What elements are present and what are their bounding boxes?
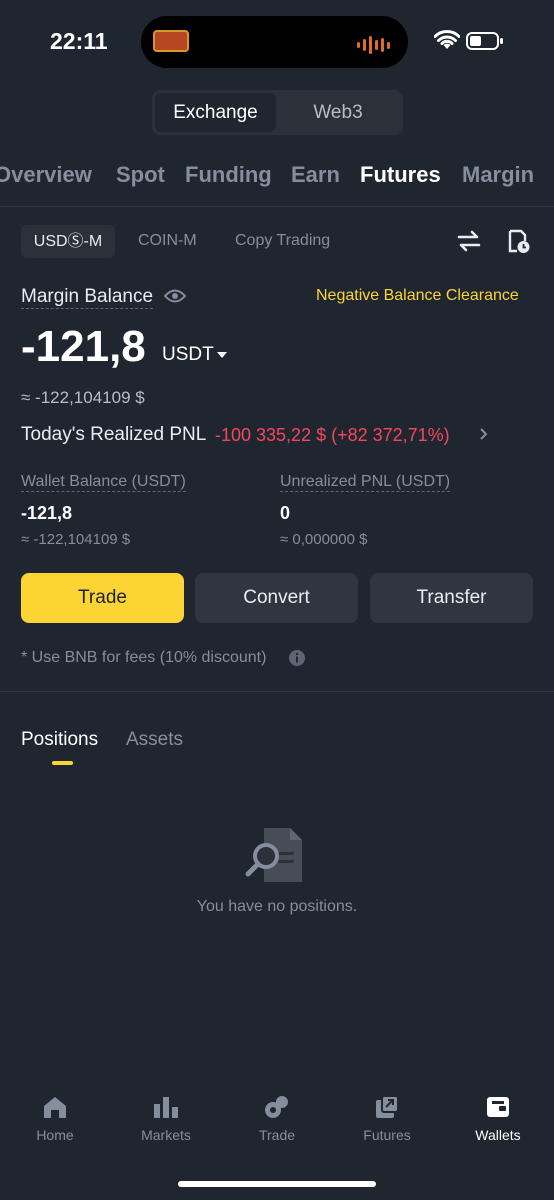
transfer-swap-icon[interactable] [456,228,482,254]
wallet-balance-value: -121,8 [21,503,73,523]
nav-markets-label: Markets [141,1127,191,1143]
info-icon[interactable] [288,649,306,667]
no-positions-document-search-icon [245,828,302,882]
home-icon [44,1097,66,1118]
margin-balance-label: Margin Balance [21,286,154,309]
nav-futures-label: Futures [363,1127,411,1143]
subtab-coin-m[interactable]: COIN-M [138,232,197,250]
tab-assets[interactable]: Assets [126,729,183,751]
segment-web3[interactable]: Web3 [276,93,400,132]
bnb-fee-note: * Use BNB for fees (10% discount) [21,649,267,666]
tab-positions[interactable]: Positions [21,729,98,751]
nav-wallets[interactable]: Wallets [458,1094,538,1143]
audio-wave-icon [357,36,390,54]
tab-margin[interactable]: Margin [462,162,534,188]
segment-exchange[interactable]: Exchange [155,93,276,132]
home-indicator [178,1181,376,1187]
active-tab-indicator [52,761,73,765]
nav-home[interactable]: Home [15,1094,95,1143]
now-playing-thumbnail [153,30,189,52]
tab-earn[interactable]: Earn [291,162,340,188]
subtab-usds-m[interactable]: USDⓈ-M [21,225,115,258]
negative-balance-clearance-link[interactable]: Negative Balance Clearance [316,287,519,305]
unrealized-pnl-value: 0 [280,503,291,523]
realized-pnl-value[interactable]: -100 335,22 $ (+82 372,71%) [215,425,450,446]
eye-icon[interactable] [164,288,186,304]
margin-balance-value: -121,8 [21,322,146,371]
nav-trade[interactable]: Trade [237,1094,317,1143]
trade-button[interactable]: Trade [21,573,184,623]
dynamic-island [141,16,408,68]
nav-futures[interactable]: Futures [347,1094,427,1143]
tab-overview[interactable]: Overview [0,162,92,188]
nav-markets[interactable]: Markets [126,1094,206,1143]
status-time: 22:11 [50,28,108,54]
subtab-copy-trading[interactable]: Copy Trading [235,232,330,250]
balance-usd-approx: ≈ -122,104109 $ [21,388,145,407]
battery-icon [466,32,503,50]
wifi-icon [434,30,460,49]
unrealized-pnl-label: Unrealized PNL (USDT) [280,473,451,492]
nav-trade-label: Trade [258,1127,296,1143]
divider [0,206,554,207]
nav-wallets-label: Wallets [475,1127,521,1143]
history-icon[interactable] [506,229,532,255]
nav-home-label: Home [36,1127,74,1143]
markets-bar-chart-icon [154,1097,178,1118]
section-divider [0,691,554,692]
trade-icon [265,1096,288,1118]
tab-funding[interactable]: Funding [185,162,272,188]
caret-down-icon[interactable] [216,351,228,359]
wallet-icon [487,1097,509,1117]
wallet-balance-usd: ≈ -122,104109 $ [21,531,131,548]
transfer-button[interactable]: Transfer [370,573,533,623]
chevron-right-icon[interactable] [479,427,489,441]
tab-spot[interactable]: Spot [116,162,165,188]
futures-icon [376,1095,399,1118]
empty-state-message: You have no positions. [196,898,358,915]
currency-selector[interactable]: USDT [162,344,214,366]
convert-button[interactable]: Convert [195,573,358,623]
exchange-web3-toggle: Exchange Web3 [152,90,403,135]
unrealized-pnl-usd: ≈ 0,000000 $ [280,531,368,548]
tab-futures[interactable]: Futures [360,162,441,188]
realized-pnl-label: Today's Realized PNL [21,424,207,445]
wallet-balance-label: Wallet Balance (USDT) [21,473,186,492]
